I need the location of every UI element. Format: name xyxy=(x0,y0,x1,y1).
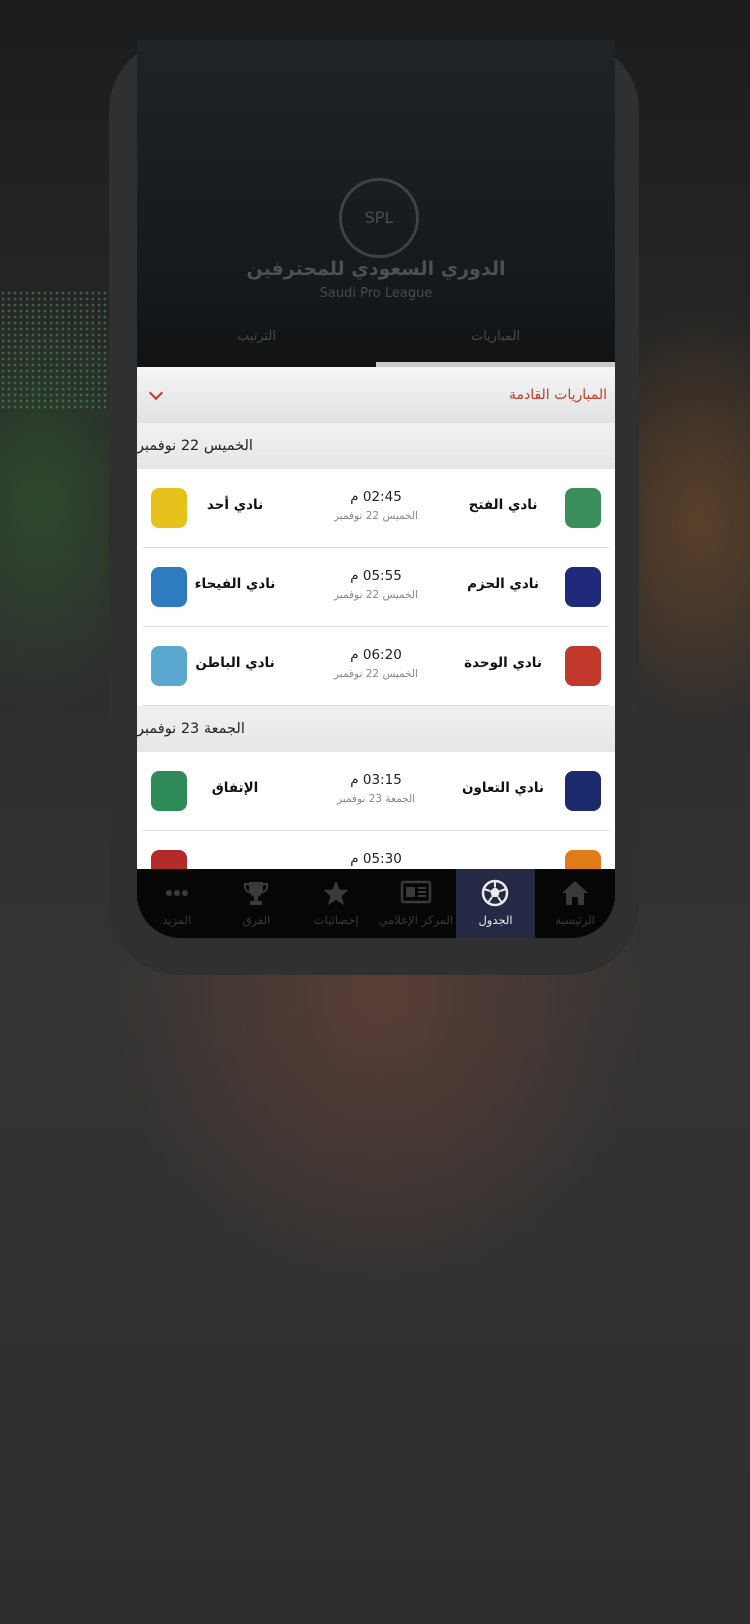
match-time-block: 05:30 م xyxy=(293,851,459,869)
day-header: الجمعة 23 نوفمبر xyxy=(137,706,615,752)
home-team-name: نادي الوحدة xyxy=(464,655,542,671)
away-team-name: نادي الفيحاء xyxy=(194,576,276,592)
away-team-name: نادي أحد xyxy=(206,497,264,513)
upcoming-matches-header[interactable]: المباريات القادمة xyxy=(137,367,615,423)
home-team-name: نادي الحزم xyxy=(467,576,539,592)
match-time-block: 02:45 م الخميس 22 نوفمبر xyxy=(293,489,459,522)
tab-matches[interactable]: المباريات xyxy=(376,329,615,344)
away-team-name: الإتفاق xyxy=(211,780,259,796)
trophy-icon xyxy=(242,879,270,911)
match-date: الخميس 22 نوفمبر xyxy=(334,589,418,601)
match-row[interactable]: نادي الوحدة 06:20 م الخميس 22 نوفمبر ناد… xyxy=(143,627,609,706)
match-date: الجمعة 23 نوفمبر xyxy=(336,793,416,805)
home-team-logo xyxy=(565,567,601,607)
nav-item-label: الجدول xyxy=(478,913,513,927)
match-row[interactable]: نادي التعاون 03:15 م الجمعة 23 نوفمبر ال… xyxy=(143,752,609,831)
match-date: الخميس 22 نوفمبر xyxy=(334,510,418,522)
match-time: 02:45 م xyxy=(350,489,402,505)
newspaper-icon xyxy=(400,879,432,909)
match-time: 03:15 م xyxy=(350,772,402,788)
match-list: الخميس 22 نوفمبر نادي الفتح 02:45 م الخم… xyxy=(137,423,615,869)
away-team-name: نادي الباطن xyxy=(195,655,275,671)
bottom-navigation: الرئيسية الجدول المركز الإعلامي إحصائيات… xyxy=(137,869,615,938)
away-team-logo xyxy=(151,850,187,869)
away-team-logo xyxy=(151,488,187,528)
home-team-logo xyxy=(565,771,601,811)
home-team-logo xyxy=(565,488,601,528)
home-team-name: نادي التعاون xyxy=(462,780,544,796)
nav-item-label: المزيد xyxy=(162,913,192,927)
nav-item-label: الفرق xyxy=(242,913,271,927)
background-pattern xyxy=(0,290,110,410)
star-icon xyxy=(322,879,350,911)
upcoming-matches-panel: المباريات القادمة الخميس 22 نوفمبر نادي … xyxy=(137,367,615,869)
match-time-block: 05:55 م الخميس 22 نوفمبر xyxy=(293,568,459,601)
nav-item-label: الرئيسية xyxy=(555,913,595,927)
league-name-ar: الدوري السعودي للمحترفين xyxy=(246,258,506,280)
app-screen: SPL الدوري السعودي للمحترفين Saudi Pro L… xyxy=(137,40,615,938)
away-team-logo xyxy=(151,567,187,607)
nav-item[interactable]: المركز الإعلامي xyxy=(376,869,456,938)
nav-item[interactable]: إحصائيات xyxy=(296,869,376,938)
away-team-logo xyxy=(151,646,187,686)
day-header: الخميس 22 نوفمبر xyxy=(137,423,615,469)
home-icon xyxy=(560,879,590,911)
league-header: SPL الدوري السعودي للمحترفين Saudi Pro L… xyxy=(137,40,615,367)
nav-item[interactable]: الرئيسية xyxy=(535,869,615,938)
match-time: 06:20 م xyxy=(350,647,402,663)
match-row[interactable]: 05:30 م xyxy=(143,831,609,869)
chevron-down-icon[interactable] xyxy=(148,385,164,400)
soccer-ball-icon xyxy=(481,879,509,911)
away-team-logo xyxy=(151,771,187,811)
match-row[interactable]: نادي الحزم 05:55 م الخميس 22 نوفمبر نادي… xyxy=(143,548,609,627)
nav-item[interactable]: الفرق xyxy=(217,869,297,938)
match-time: 05:30 م xyxy=(350,851,402,867)
match-time-block: 06:20 م الخميس 22 نوفمبر xyxy=(293,647,459,680)
match-time: 05:55 م xyxy=(350,568,402,584)
nav-item-label: إحصائيات xyxy=(313,913,359,927)
league-name-en: Saudi Pro League xyxy=(319,286,433,301)
nav-item-label: المركز الإعلامي xyxy=(378,913,454,927)
tab-standings[interactable]: الترتيب xyxy=(137,329,376,344)
home-team-name: نادي الفتح xyxy=(468,497,538,513)
match-time-block: 03:15 م الجمعة 23 نوفمبر xyxy=(293,772,459,805)
match-row[interactable]: نادي الفتح 02:45 م الخميس 22 نوفمبر نادي… xyxy=(143,469,609,548)
nav-item[interactable]: الجدول xyxy=(455,869,536,938)
league-logo: SPL xyxy=(339,178,419,258)
home-team-logo xyxy=(565,850,601,869)
nav-item[interactable]: المزيد xyxy=(137,869,217,938)
upcoming-matches-title: المباريات القادمة xyxy=(508,387,607,403)
match-date: الخميس 22 نوفمبر xyxy=(334,668,418,680)
more-icon xyxy=(163,879,191,911)
home-team-logo xyxy=(565,646,601,686)
